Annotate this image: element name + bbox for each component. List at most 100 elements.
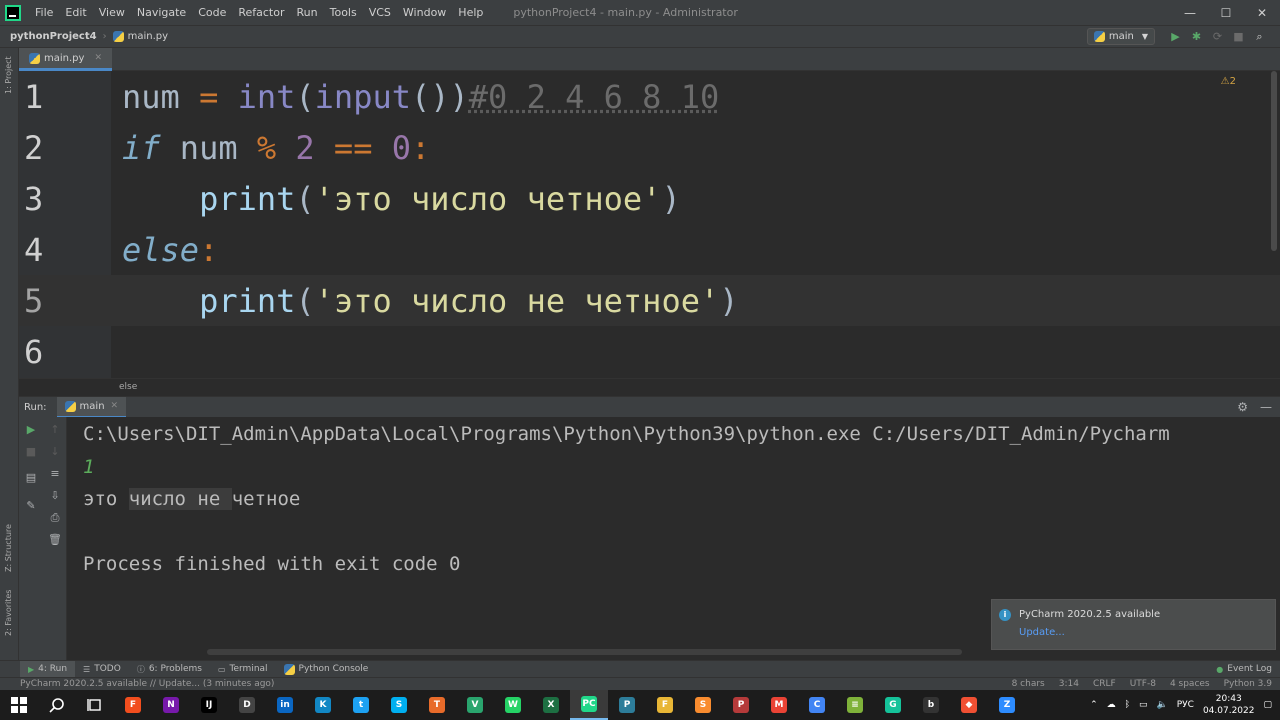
menu-window[interactable]: Window — [397, 6, 452, 19]
cloud-icon[interactable]: ☁ — [1107, 700, 1116, 710]
code-text: num = int(input())#0 2 4 6 8 10 — [122, 78, 719, 116]
stop-icon[interactable]: ■ — [24, 445, 38, 459]
menu-refactor[interactable]: Refactor — [232, 6, 290, 19]
close-icon[interactable]: ✕ — [111, 401, 119, 411]
hide-panel-icon[interactable]: — — [1260, 400, 1272, 414]
code-text: print('это число четное') — [122, 180, 681, 218]
gear-icon[interactable]: ⚙ — [1237, 400, 1248, 414]
taskbar-pycharm-icon[interactable]: PC — [570, 690, 608, 720]
bluetooth-icon[interactable]: ᛒ — [1125, 700, 1130, 710]
taskbar-files-icon[interactable]: F — [646, 690, 684, 720]
task-view-icon[interactable] — [76, 690, 114, 720]
network-icon[interactable]: ▭ — [1139, 700, 1148, 710]
taskbar-grammarly-icon[interactable]: G — [874, 690, 912, 720]
taskbar-onenote-icon[interactable]: N — [152, 690, 190, 720]
tab-python-console[interactable]: Python Console — [276, 661, 377, 678]
taskbar-vpn-icon[interactable]: V — [456, 690, 494, 720]
code-editor[interactable]: ⚠2 1 num = int(input())#0 2 4 6 8 10 2 if n… — [19, 71, 1280, 378]
taskbar-devtools-icon[interactable]: D — [228, 690, 266, 720]
breadcrumb-file[interactable]: main.py — [112, 31, 168, 42]
taskbar-paint-icon[interactable]: P — [722, 690, 760, 720]
code-line[interactable]: 2 if num % 2 == 0: — [19, 122, 1280, 173]
status-message[interactable]: PyCharm 2020.2.5 available // Update... … — [20, 679, 274, 689]
chevron-up-icon[interactable]: ⌃ — [1090, 700, 1098, 710]
tab-event-log[interactable]: ● Event Log — [1208, 661, 1280, 678]
menu-vcs[interactable]: VCS — [363, 6, 397, 19]
up-arrow-icon[interactable]: ↑ — [48, 423, 62, 437]
interpreter-setting[interactable]: Python 3.9 — [1224, 679, 1272, 689]
menu-navigate[interactable]: Navigate — [131, 6, 192, 19]
taskbar-telegram-icon[interactable]: T — [418, 690, 456, 720]
notifications-icon[interactable]: ▢ — [1263, 700, 1272, 710]
scroll-to-end-icon[interactable]: ⇩ — [48, 489, 62, 503]
menu-file[interactable]: File — [29, 6, 59, 19]
taskbar-zoom-icon[interactable]: Z — [988, 690, 1026, 720]
menu-edit[interactable]: Edit — [59, 6, 92, 19]
search-icon[interactable]: ⌕ — [1249, 30, 1270, 44]
rerun-icon[interactable]: ▶ — [24, 423, 38, 437]
menu-run[interactable]: Run — [291, 6, 324, 19]
windows-start-icon[interactable] — [0, 690, 38, 720]
code-line[interactable]: 5 print('это число не четное') — [19, 275, 1280, 326]
tab-run[interactable]: ▶ 4: Run — [20, 660, 76, 678]
pin-icon[interactable]: ✎ — [24, 499, 38, 513]
taskbar-intellij-icon[interactable]: IJ — [190, 690, 228, 720]
menu-view[interactable]: View — [93, 6, 131, 19]
caret-position[interactable]: 3:14 — [1059, 679, 1079, 689]
file-encoding[interactable]: UTF-8 — [1130, 679, 1156, 689]
tab-terminal[interactable]: ▭ Terminal — [210, 661, 276, 678]
tab-problems[interactable]: ⓘ 6: Problems — [129, 661, 210, 678]
tab-main-py[interactable]: main.py ✕ — [19, 48, 112, 71]
stop-icon[interactable]: ■ — [1228, 30, 1249, 43]
search-icon[interactable] — [38, 690, 76, 720]
code-line[interactable]: 6 — [19, 326, 1280, 377]
taskbar-chrome-icon[interactable]: C — [798, 690, 836, 720]
maximize-button[interactable]: ☐ — [1208, 0, 1244, 25]
indent-setting[interactable]: 4 spaces — [1170, 679, 1210, 689]
soft-wrap-icon[interactable]: ≡ — [48, 467, 62, 481]
taskbar-git-icon[interactable]: ◆ — [950, 690, 988, 720]
breadcrumb-project[interactable]: pythonProject4 — [10, 31, 97, 42]
console-horizontal-scrollbar[interactable] — [207, 649, 962, 655]
close-icon[interactable]: ✕ — [94, 53, 102, 63]
taskbar-photos-icon[interactable]: P — [608, 690, 646, 720]
menu-help[interactable]: Help — [452, 6, 489, 19]
taskbar-whatsapp-icon[interactable]: W — [494, 690, 532, 720]
debug-icon[interactable]: ✱ — [1186, 30, 1207, 43]
update-link[interactable]: Update... — [1019, 627, 1065, 638]
taskbar-gmail-icon[interactable]: M — [760, 690, 798, 720]
taskbar-excel-icon[interactable]: X — [532, 690, 570, 720]
code-line[interactable]: 3 print('это число четное') — [19, 173, 1280, 224]
menu-code[interactable]: Code — [192, 6, 232, 19]
run-config-select[interactable]: main ▼ — [1086, 28, 1155, 45]
volume-icon[interactable]: 🔈 — [1157, 700, 1168, 710]
line-separator[interactable]: CRLF — [1093, 679, 1116, 689]
taskbar-bear-icon[interactable]: b — [912, 690, 950, 720]
minimize-button[interactable]: — — [1172, 0, 1208, 25]
close-window-button[interactable]: ✕ — [1244, 0, 1280, 25]
print-icon[interactable]: ⎙ — [48, 511, 62, 525]
project-tool-button[interactable]: 1: Project — [4, 56, 13, 94]
layout-icon[interactable]: ▤ — [24, 471, 38, 485]
tab-todo[interactable]: ☰ TODO — [75, 661, 129, 678]
language-indicator[interactable]: РУС — [1177, 700, 1194, 710]
taskbar-twitter-icon[interactable]: t — [342, 690, 380, 720]
run-tab-main[interactable]: main ✕ — [56, 396, 127, 418]
down-arrow-icon[interactable]: ↓ — [48, 445, 62, 459]
rerun-icon[interactable]: ⟳ — [1207, 30, 1228, 43]
taskbar-kodi-icon[interactable]: K — [304, 690, 342, 720]
run-icon[interactable]: ▶ — [1165, 30, 1186, 43]
structure-tool-button[interactable]: Z: Structure — [4, 524, 13, 572]
code-line[interactable]: 1 num = int(input())#0 2 4 6 8 10 — [19, 71, 1280, 122]
clock[interactable]: 20:43 04.07.2022 — [1203, 693, 1255, 717]
code-line[interactable]: 4 else: — [19, 224, 1280, 275]
favorites-tool-button[interactable]: 2: Favorites — [4, 590, 13, 636]
taskbar-linkedin-icon[interactable]: in — [266, 690, 304, 720]
taskbar-skype-icon[interactable]: S — [380, 690, 418, 720]
taskbar-sublime-icon[interactable]: S — [684, 690, 722, 720]
trash-icon[interactable]: 🗑 — [48, 533, 62, 547]
taskbar-figma-icon[interactable]: F — [114, 690, 152, 720]
taskbar-stack-icon[interactable]: ≡ — [836, 690, 874, 720]
menu-tools[interactable]: Tools — [324, 6, 363, 19]
code-breadcrumb-item[interactable]: else — [119, 382, 137, 392]
